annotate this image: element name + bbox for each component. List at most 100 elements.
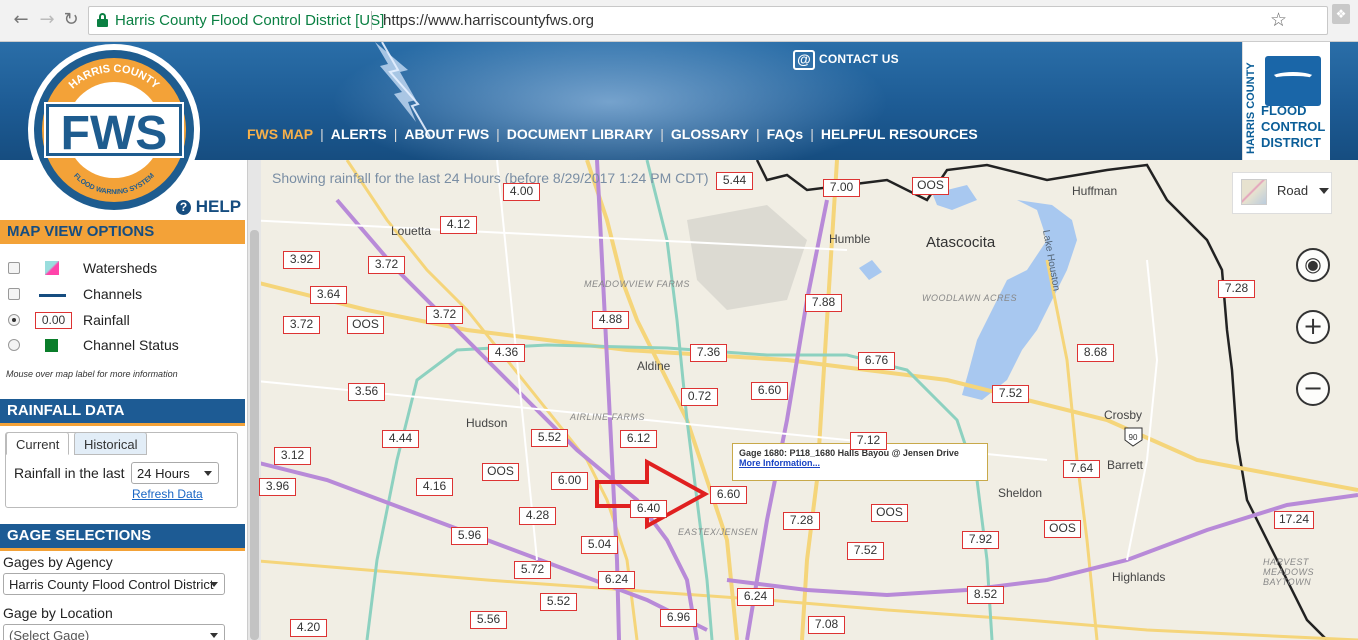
gage-label[interactable]: 7.28 — [1218, 280, 1255, 298]
gage-label[interactable]: 4.20 — [290, 619, 327, 637]
gage-label[interactable]: OOS — [347, 316, 384, 334]
gage-label[interactable]: OOS — [871, 504, 908, 522]
gage-label[interactable]: 7.52 — [992, 385, 1029, 403]
contact-us-link[interactable]: @ CONTACT US — [793, 50, 899, 70]
nav-fws-map[interactable]: FWS MAP — [247, 126, 313, 142]
gage-label[interactable]: 6.96 — [660, 609, 697, 627]
back-arrow-icon[interactable]: ← — [10, 9, 32, 31]
map-caption: Showing rainfall for the last 24 Hours (… — [272, 170, 709, 186]
channel-status-radio[interactable] — [8, 339, 20, 351]
rainfall-radio[interactable] — [8, 314, 20, 326]
place-woodlawn-acres: WOODLAWN ACRES — [922, 293, 1018, 303]
gage-label[interactable]: 7.28 — [783, 512, 820, 530]
gage-label[interactable]: 3.64 — [310, 286, 347, 304]
place-eastex-jensen: EASTEX/JENSEN — [678, 527, 759, 537]
gage-label[interactable]: 3.72 — [368, 256, 405, 274]
lock-icon — [97, 13, 108, 27]
place-sheldon: Sheldon — [998, 486, 1043, 500]
channels-checkbox[interactable] — [8, 288, 20, 300]
gage-label[interactable]: OOS — [482, 463, 519, 481]
gage-label[interactable]: 7.36 — [690, 344, 727, 362]
gage-label[interactable]: 8.52 — [967, 586, 1004, 604]
address-bar[interactable]: Harris County Flood Control District [US… — [88, 6, 1328, 35]
gage-label[interactable]: 17.24 — [1274, 511, 1314, 529]
zoom-in-button[interactable]: + — [1296, 310, 1330, 344]
gage-label[interactable]: 5.72 — [514, 561, 551, 579]
gage-label[interactable]: 4.44 — [382, 430, 419, 448]
gage-label[interactable]: 6.60 — [751, 382, 788, 400]
nav-alerts[interactable]: ALERTS — [331, 126, 387, 142]
gage-label[interactable]: 4.88 — [592, 311, 629, 329]
gage-label[interactable]: 5.56 — [470, 611, 507, 629]
agency-value: Harris County Flood Control District — [9, 577, 214, 592]
gage-label[interactable]: 7.12 — [850, 432, 887, 450]
gage-label[interactable]: 4.28 — [519, 507, 556, 525]
gage-label[interactable]: 3.12 — [274, 447, 311, 465]
channel-legend-icon — [39, 294, 66, 297]
gage-label[interactable]: 5.96 — [451, 527, 488, 545]
location-select[interactable]: (Select Gage) — [3, 624, 225, 640]
gage-label[interactable]: 6.12 — [620, 430, 657, 448]
gage-label[interactable]: 6.40 — [630, 500, 667, 518]
gage-label[interactable]: 6.76 — [858, 352, 895, 370]
nav-helpful-resources[interactable]: HELPFUL RESOURCES — [821, 126, 978, 142]
rainfall-period-value: 24 Hours — [137, 466, 190, 481]
rainfall-period-select[interactable]: 24 Hours — [131, 462, 219, 484]
gage-label[interactable]: 6.24 — [598, 571, 635, 589]
locate-icon[interactable]: ◉ — [1296, 248, 1330, 282]
gage-label[interactable]: 3.96 — [259, 478, 296, 496]
gage-label[interactable]: 5.04 — [581, 536, 618, 554]
scrollbar-thumb[interactable] — [250, 230, 259, 640]
tab-current[interactable]: Current — [6, 432, 70, 455]
gage-label[interactable]: 7.52 — [847, 542, 884, 560]
channel-status-label: Channel Status — [83, 337, 179, 353]
refresh-data-link[interactable]: Refresh Data — [132, 487, 203, 501]
forward-arrow-icon[interactable]: → — [36, 9, 58, 31]
map-view-options-title: MAP VIEW OPTIONS — [0, 220, 245, 244]
svg-text:90: 90 — [1129, 433, 1138, 442]
gage-label[interactable]: 7.88 — [805, 294, 842, 312]
gage-label[interactable]: OOS — [1044, 520, 1081, 538]
gage-label[interactable]: 5.52 — [540, 593, 577, 611]
url-text[interactable]: https://www.harriscountyfws.org — [383, 12, 594, 29]
gage-label[interactable]: 0.72 — [681, 388, 718, 406]
gage-label[interactable]: 5.52 — [531, 429, 568, 447]
nav-document-library[interactable]: DOCUMENT LIBRARY — [507, 126, 653, 142]
fws-logo[interactable]: FWS HARRIS COUNTY FLOOD WARNING SYSTEM — [26, 42, 202, 218]
nav-faqs[interactable]: FAQs — [767, 126, 804, 142]
nav-about-fws[interactable]: ABOUT FWS — [404, 126, 489, 142]
gage-label[interactable]: 3.72 — [426, 306, 463, 324]
map-type-select[interactable]: Road — [1232, 172, 1332, 214]
tab-historical[interactable]: Historical — [74, 432, 148, 455]
gage-label[interactable]: 7.08 — [808, 616, 845, 634]
gage-label[interactable]: 3.56 — [348, 383, 385, 401]
gage-label[interactable]: 6.24 — [737, 588, 774, 606]
gage-label[interactable]: 8.68 — [1077, 344, 1114, 362]
place-hudson: Hudson — [466, 416, 508, 430]
gage-label[interactable]: 4.16 — [416, 478, 453, 496]
zoom-out-button[interactable]: − — [1296, 372, 1330, 406]
gage-label[interactable]: 7.00 — [823, 179, 860, 197]
gage-label[interactable]: 3.92 — [283, 251, 320, 269]
gage-label[interactable]: 5.44 — [716, 172, 753, 190]
agency-select[interactable]: Harris County Flood Control District — [3, 573, 225, 595]
gage-label[interactable]: OOS — [912, 177, 949, 195]
gage-label-selected[interactable]: 6.60 — [710, 486, 747, 504]
gage-label[interactable]: 4.00 — [503, 183, 540, 201]
map-scrollbar[interactable] — [247, 160, 261, 640]
place-airline-farms: AIRLINE FARMS — [570, 412, 645, 422]
nav-glossary[interactable]: GLOSSARY — [671, 126, 749, 142]
gage-label[interactable]: 4.12 — [440, 216, 477, 234]
watersheds-checkbox[interactable] — [8, 262, 20, 274]
gage-label[interactable]: 7.64 — [1063, 460, 1100, 478]
gage-label[interactable]: 3.72 — [283, 316, 320, 334]
gage-label[interactable]: 7.92 — [962, 531, 999, 549]
hcfcd-logo[interactable]: HARRIS COUNTY FLOOD CONTROL DISTRICT — [1242, 42, 1330, 160]
gage-label[interactable]: 4.36 — [488, 344, 525, 362]
extension-icon[interactable]: ❖ — [1332, 4, 1350, 24]
bookmark-star-icon[interactable]: ☆ — [1270, 9, 1287, 31]
gage-label[interactable]: 6.00 — [551, 472, 588, 490]
at-sign-icon: @ — [793, 50, 815, 70]
tooltip-more-info-link[interactable]: More Information... — [739, 458, 981, 468]
reload-icon[interactable]: ↻ — [60, 9, 82, 31]
